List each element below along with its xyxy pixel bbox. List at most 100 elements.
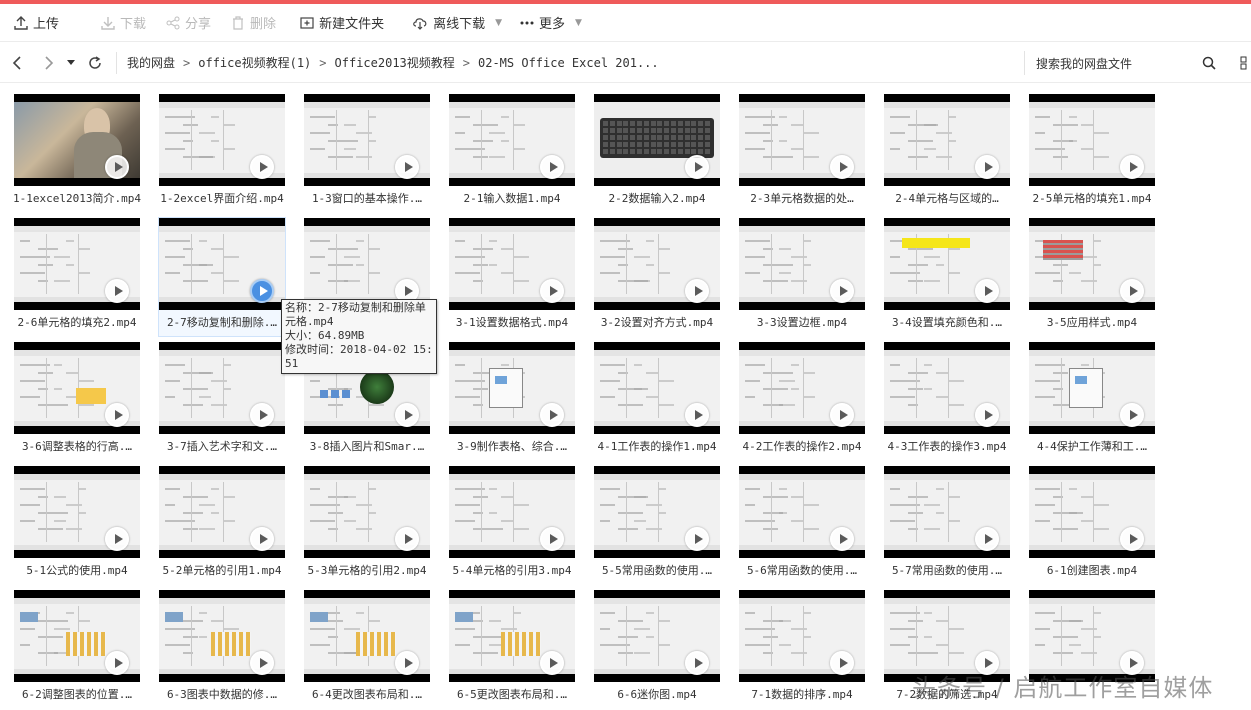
file-tile[interactable]: 1-2excel界面介绍.mp4 (159, 94, 285, 212)
breadcrumb-my-disk[interactable]: 我的网盘 (127, 54, 175, 71)
video-thumbnail[interactable] (884, 342, 1010, 434)
more-button[interactable]: 更多 (518, 4, 577, 42)
search-icon[interactable] (1202, 55, 1216, 74)
play-icon[interactable] (685, 279, 709, 303)
video-thumbnail[interactable] (304, 218, 430, 310)
file-tile[interactable]: 5-5常用函数的使用.… (594, 466, 720, 584)
video-thumbnail[interactable] (14, 94, 140, 186)
offline-download-caret-icon[interactable]: ▼ (495, 18, 502, 28)
file-tile[interactable]: 2-7移动复制和删除.… (158, 217, 286, 337)
play-icon[interactable] (540, 527, 564, 551)
file-tile[interactable]: 6-3图表中数据的修.… (159, 590, 285, 708)
play-icon[interactable] (975, 403, 999, 427)
play-icon[interactable] (105, 155, 129, 179)
play-icon[interactable] (1120, 403, 1144, 427)
file-tile[interactable]: 2-6单元格的填充2.mp4 (14, 218, 140, 336)
video-thumbnail[interactable] (159, 590, 285, 682)
file-tile[interactable]: 3-7插入艺术字和文.… (159, 342, 285, 460)
play-icon[interactable] (395, 403, 419, 427)
file-tile[interactable]: 5-6常用函数的使用.… (739, 466, 865, 584)
video-thumbnail[interactable] (304, 466, 430, 558)
play-icon[interactable] (975, 279, 999, 303)
video-thumbnail[interactable] (14, 590, 140, 682)
file-tile[interactable]: 2-3单元格数据的处… (739, 94, 865, 212)
video-thumbnail[interactable] (159, 218, 285, 310)
play-icon[interactable] (250, 279, 274, 303)
play-icon[interactable] (105, 403, 129, 427)
play-icon[interactable] (105, 279, 129, 303)
more-caret-icon[interactable]: ▼ (575, 18, 582, 28)
play-icon[interactable] (830, 279, 854, 303)
share-button[interactable]: 分享 (164, 4, 223, 42)
video-thumbnail[interactable] (884, 466, 1010, 558)
play-icon[interactable] (685, 403, 709, 427)
video-thumbnail[interactable] (159, 466, 285, 558)
play-icon[interactable] (250, 527, 274, 551)
play-icon[interactable] (395, 155, 419, 179)
play-icon[interactable] (250, 651, 274, 675)
video-thumbnail[interactable] (739, 466, 865, 558)
video-thumbnail[interactable] (449, 466, 575, 558)
offline-download-button[interactable]: 离线下载 (410, 4, 497, 42)
play-icon[interactable] (395, 527, 419, 551)
file-tile[interactable]: 6-2调整图表的位置.… (14, 590, 140, 708)
play-icon[interactable] (685, 651, 709, 675)
file-tile[interactable]: 5-7常用函数的使用.… (884, 466, 1010, 584)
video-thumbnail[interactable] (14, 466, 140, 558)
file-tile[interactable]: 3-3设置边框.mp4 (739, 218, 865, 336)
file-tile[interactable]: 4-2工作表的操作2.mp4 (739, 342, 865, 460)
play-icon[interactable] (975, 527, 999, 551)
file-tile[interactable]: 1-1excel2013简介.mp4 (13, 94, 141, 212)
file-tile[interactable]: 3-4设置填充颜色和.… (884, 218, 1010, 336)
video-thumbnail[interactable] (594, 342, 720, 434)
video-thumbnail[interactable] (159, 342, 285, 434)
play-icon[interactable] (1120, 527, 1144, 551)
video-thumbnail[interactable] (884, 218, 1010, 310)
video-thumbnail[interactable] (884, 94, 1010, 186)
video-thumbnail[interactable] (739, 342, 865, 434)
video-thumbnail[interactable] (739, 218, 865, 310)
file-tile[interactable]: 7-1数据的排序.mp4 (739, 590, 865, 708)
video-thumbnail[interactable] (1029, 466, 1155, 558)
view-mode-icon[interactable] (1240, 55, 1251, 74)
play-icon[interactable] (250, 403, 274, 427)
breadcrumb-office-tutorials[interactable]: office视频教程(1) (198, 54, 311, 71)
play-icon[interactable] (830, 155, 854, 179)
play-icon[interactable] (395, 651, 419, 675)
video-thumbnail[interactable] (594, 590, 720, 682)
file-tile[interactable]: 2-1输入数据1.mp4 (449, 94, 575, 212)
video-thumbnail[interactable] (594, 94, 720, 186)
play-icon[interactable] (540, 155, 564, 179)
video-thumbnail[interactable] (739, 94, 865, 186)
play-icon[interactable] (1120, 155, 1144, 179)
file-tile[interactable]: 4-3工作表的操作3.mp4 (884, 342, 1010, 460)
play-icon[interactable] (105, 651, 129, 675)
new-folder-button[interactable]: 新建文件夹 (298, 4, 396, 42)
video-thumbnail[interactable] (449, 218, 575, 310)
file-tile[interactable]: 5-4单元格的引用3.mp4 (449, 466, 575, 584)
video-thumbnail[interactable] (739, 590, 865, 682)
file-tile[interactable]: 6-5更改图表布局和.… (449, 590, 575, 708)
video-thumbnail[interactable] (159, 94, 285, 186)
download-button[interactable]: 下载 (99, 4, 158, 42)
file-tile[interactable]: 6-6迷你图.mp4 (594, 590, 720, 708)
video-thumbnail[interactable] (449, 342, 575, 434)
file-tile[interactable]: 3-9制作表格、综合.… (449, 342, 575, 460)
video-thumbnail[interactable] (14, 218, 140, 310)
video-thumbnail[interactable] (594, 218, 720, 310)
play-icon[interactable] (250, 155, 274, 179)
file-tile[interactable]: 6-1创建图表.mp4 (1029, 466, 1155, 584)
file-tile[interactable]: 3-6调整表格的行高.… (14, 342, 140, 460)
breadcrumb-office2013-tutorials[interactable]: Office2013视频教程 (335, 54, 455, 71)
video-thumbnail[interactable] (304, 590, 430, 682)
file-tile[interactable]: 3-2设置对齐方式.mp4 (594, 218, 720, 336)
play-icon[interactable] (830, 651, 854, 675)
file-tile[interactable]: 1-3窗口的基本操作.… (304, 94, 430, 212)
video-thumbnail[interactable] (1029, 342, 1155, 434)
video-thumbnail[interactable] (1029, 94, 1155, 186)
file-tile[interactable]: 2-4单元格与区域的… (884, 94, 1010, 212)
file-tile[interactable]: 5-1公式的使用.mp4 (14, 466, 140, 584)
play-icon[interactable] (540, 279, 564, 303)
video-thumbnail[interactable] (304, 94, 430, 186)
upload-button[interactable]: 上传 (12, 4, 71, 42)
